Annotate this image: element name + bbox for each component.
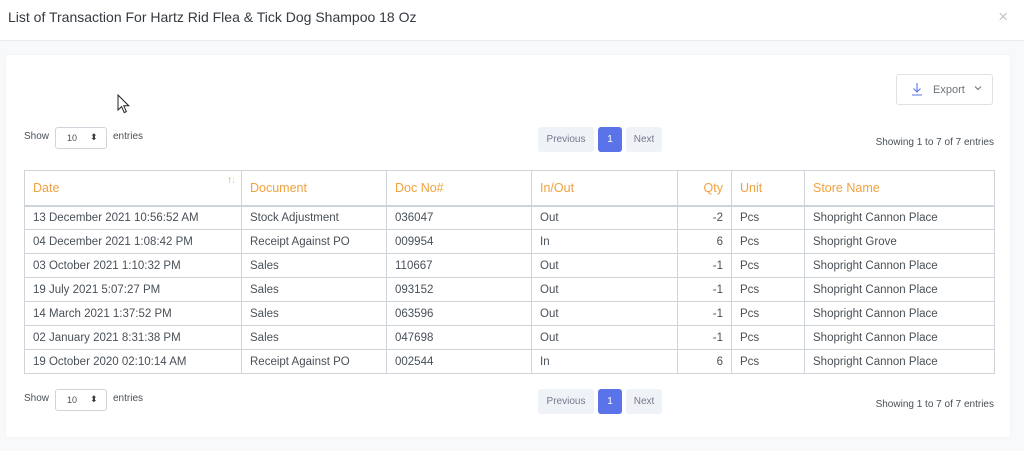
pagination-top: Previous 1 Next: [538, 127, 662, 152]
cell-qty: -1: [677, 277, 732, 302]
cell-unit: Pcs: [731, 349, 805, 374]
cell-store-name: Shopright Cannon Place: [804, 325, 995, 350]
cell-in-out: Out: [531, 205, 678, 230]
select-caret-icon: ⬍: [90, 132, 98, 142]
cell-in-out: Out: [531, 277, 678, 302]
table-row: 04 December 2021 1:08:42 PM Receipt Agai…: [24, 229, 995, 254]
cell-in-out: Out: [531, 325, 678, 350]
cell-store-name: Shopright Cannon Place: [804, 205, 995, 230]
cell-date: 14 March 2021 1:37:52 PM: [24, 301, 242, 326]
column-header-in-out[interactable]: In/Out: [531, 170, 678, 206]
cell-document: Stock Adjustment: [241, 205, 387, 230]
cell-doc-no: 036047: [386, 205, 532, 230]
cell-store-name: Shopright Cannon Place: [804, 253, 995, 278]
cell-doc-no: 063596: [386, 301, 532, 326]
page-length-value: 10: [67, 395, 78, 405]
cell-document: Receipt Against PO: [241, 229, 387, 254]
select-caret-icon: ⬍: [90, 394, 98, 404]
transactions-table: Date ↑↓ Document Doc No# In/Out Qty Unit…: [24, 170, 995, 374]
cell-unit: Pcs: [731, 301, 805, 326]
cell-in-out: Out: [531, 301, 678, 326]
column-header-unit[interactable]: Unit: [731, 170, 805, 206]
page-length-value: 10: [67, 133, 78, 143]
cell-document: Sales: [241, 253, 387, 278]
cell-unit: Pcs: [731, 205, 805, 230]
cell-in-out: Out: [531, 253, 678, 278]
cell-doc-no: 047698: [386, 325, 532, 350]
cell-document: Receipt Against PO: [241, 349, 387, 374]
previous-page-button[interactable]: Previous: [538, 127, 594, 152]
table-info-top: Showing 1 to 7 of 7 entries: [875, 137, 994, 148]
next-page-button[interactable]: Next: [626, 127, 662, 152]
cell-in-out: In: [531, 229, 678, 254]
table-row: 19 October 2020 02:10:14 AM Receipt Agai…: [24, 349, 995, 374]
page-length-select[interactable]: 10 ⬍: [55, 389, 107, 411]
length-entries-label: entries: [113, 393, 144, 404]
cell-doc-no: 002544: [386, 349, 532, 374]
cell-unit: Pcs: [731, 229, 805, 254]
page-length-control-top: Show 10 ⬍ entries: [24, 127, 174, 149]
length-show-label: Show: [24, 131, 50, 142]
table-row: 03 October 2021 1:10:32 PM Sales 110667 …: [24, 253, 995, 278]
column-header-date[interactable]: Date ↑↓: [24, 170, 242, 206]
previous-page-button[interactable]: Previous: [538, 389, 594, 414]
column-header-store-name[interactable]: Store Name: [804, 170, 995, 206]
column-header-document[interactable]: Document: [241, 170, 387, 206]
modal-title: List of Transaction For Hartz Rid Flea &…: [8, 9, 417, 25]
sort-icon: ↑↓: [227, 175, 236, 186]
cell-date: 02 January 2021 8:31:38 PM: [24, 325, 242, 350]
cell-qty: 6: [677, 349, 732, 374]
cell-document: Sales: [241, 277, 387, 302]
table-row: 02 January 2021 8:31:38 PM Sales 047698 …: [24, 325, 995, 350]
cell-unit: Pcs: [731, 325, 805, 350]
page-1-button[interactable]: 1: [598, 389, 622, 414]
table-row: 19 July 2021 5:07:27 PM Sales 093152 Out…: [24, 277, 995, 302]
cell-qty: -1: [677, 253, 732, 278]
header-date-label: Date: [33, 180, 60, 195]
cell-qty: 6: [677, 229, 732, 254]
cell-qty: -1: [677, 325, 732, 350]
length-entries-label: entries: [113, 131, 144, 142]
cell-document: Sales: [241, 301, 387, 326]
cell-unit: Pcs: [731, 277, 805, 302]
table-header-row: Date ↑↓ Document Doc No# In/Out Qty Unit…: [24, 170, 995, 206]
cell-store-name: Shopright Cannon Place: [804, 349, 995, 374]
page-length-control-bottom: Show 10 ⬍ entries: [24, 389, 174, 411]
cell-doc-no: 093152: [386, 277, 532, 302]
cell-date: 19 July 2021 5:07:27 PM: [24, 277, 242, 302]
column-header-qty[interactable]: Qty: [677, 170, 732, 206]
cell-doc-no: 009954: [386, 229, 532, 254]
cell-store-name: Shopright Grove: [804, 229, 995, 254]
close-icon[interactable]: ×: [998, 8, 1008, 25]
cell-date: 04 December 2021 1:08:42 PM: [24, 229, 242, 254]
next-page-button[interactable]: Next: [626, 389, 662, 414]
cell-in-out: In: [531, 349, 678, 374]
export-button[interactable]: Export: [896, 74, 993, 105]
page-length-select[interactable]: 10 ⬍: [55, 127, 107, 149]
cell-store-name: Shopright Cannon Place: [804, 277, 995, 302]
column-header-doc-no[interactable]: Doc No#: [386, 170, 532, 206]
table-row: 13 December 2021 10:56:52 AM Stock Adjus…: [24, 205, 995, 230]
cell-date: 13 December 2021 10:56:52 AM: [24, 205, 242, 230]
pagination-bottom: Previous 1 Next: [538, 389, 662, 414]
download-icon: [911, 82, 923, 99]
cell-unit: Pcs: [731, 253, 805, 278]
cell-doc-no: 110667: [386, 253, 532, 278]
length-show-label: Show: [24, 393, 50, 404]
modal-header: List of Transaction For Hartz Rid Flea &…: [0, 0, 1024, 41]
cell-qty: -1: [677, 301, 732, 326]
cell-date: 19 October 2020 02:10:14 AM: [24, 349, 242, 374]
table-info-bottom: Showing 1 to 7 of 7 entries: [875, 399, 994, 410]
table-row: 14 March 2021 1:37:52 PM Sales 063596 Ou…: [24, 301, 995, 326]
cell-store-name: Shopright Cannon Place: [804, 301, 995, 326]
cell-date: 03 October 2021 1:10:32 PM: [24, 253, 242, 278]
cell-document: Sales: [241, 325, 387, 350]
mouse-pointer-icon: [117, 93, 131, 119]
chevron-down-icon: [974, 83, 982, 93]
export-label: Export: [933, 84, 965, 96]
cell-qty: -2: [677, 205, 732, 230]
page-1-button[interactable]: 1: [598, 127, 622, 152]
